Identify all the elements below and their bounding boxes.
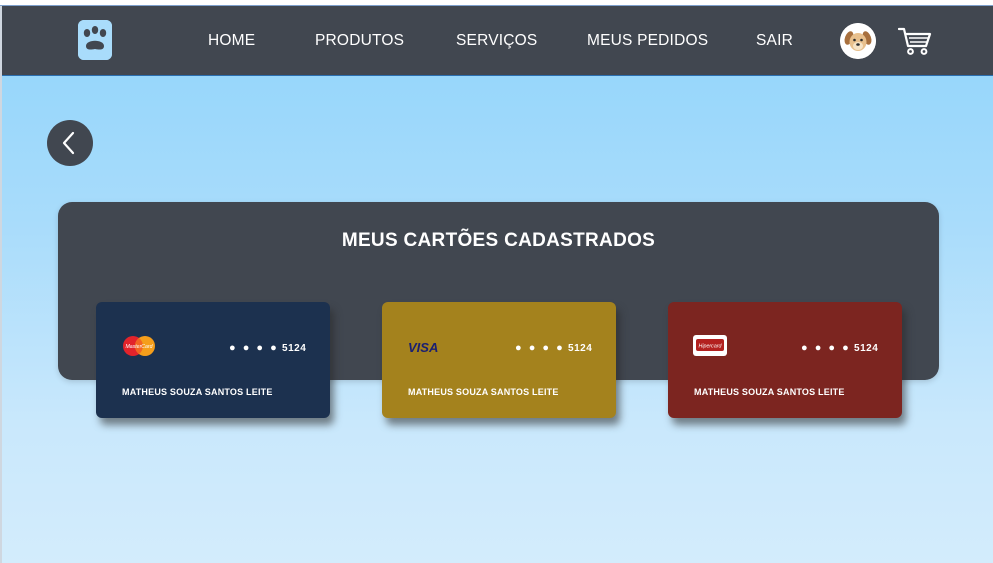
card-number-masked: ● ● ● ● 5124 <box>229 342 307 354</box>
navbar: HOME PRODUTOS SERVIÇOS MEUS PEDIDOS SAIR <box>2 6 993 76</box>
dog-avatar-icon[interactable] <box>840 23 876 59</box>
visa-logo-text: VISA <box>408 340 438 355</box>
nav-link-sair[interactable]: SAIR <box>756 32 793 50</box>
page-title: MEUS CARTÕES CADASTRADOS <box>341 230 656 251</box>
credit-card-hipercard[interactable]: Hipercard ● ● ● ● 5124 MATHEUS SOUZA SAN… <box>668 302 902 418</box>
window-left-edge <box>0 6 2 563</box>
nav-link-meus-pedidos[interactable]: MEUS PEDIDOS <box>587 32 708 50</box>
card-number-masked: ● ● ● ● 5124 <box>515 342 593 354</box>
nav-link-servicos[interactable]: SERVIÇOS <box>456 32 537 50</box>
card-number-masked: ● ● ● ● 5124 <box>801 342 879 354</box>
paw-icon[interactable] <box>78 20 112 60</box>
mastercard-logo-text: MasterCard <box>125 344 153 350</box>
mastercard-icon: MasterCard <box>120 334 160 358</box>
back-button[interactable] <box>47 120 93 166</box>
card-holder-name: MATHEUS SOUZA SANTOS LEITE <box>408 387 559 397</box>
credit-card-visa[interactable]: VISA ● ● ● ● 5124 MATHEUS SOUZA SANTOS L… <box>382 302 616 418</box>
shopping-cart-icon[interactable] <box>897 26 932 56</box>
nav-link-home[interactable]: HOME <box>208 32 255 50</box>
card-holder-name: MATHEUS SOUZA SANTOS LEITE <box>694 387 845 397</box>
hipercard-logo-text: Hipercard <box>699 343 723 349</box>
card-holder-name: MATHEUS SOUZA SANTOS LEITE <box>122 387 273 397</box>
visa-icon: VISA <box>406 334 446 358</box>
hipercard-icon: Hipercard <box>692 334 732 358</box>
chevron-left-icon <box>62 131 75 155</box>
nav-link-produtos[interactable]: PRODUTOS <box>315 32 404 50</box>
credit-card-mastercard[interactable]: MasterCard ● ● ● ● 5124 MATHEUS SOUZA SA… <box>96 302 330 418</box>
